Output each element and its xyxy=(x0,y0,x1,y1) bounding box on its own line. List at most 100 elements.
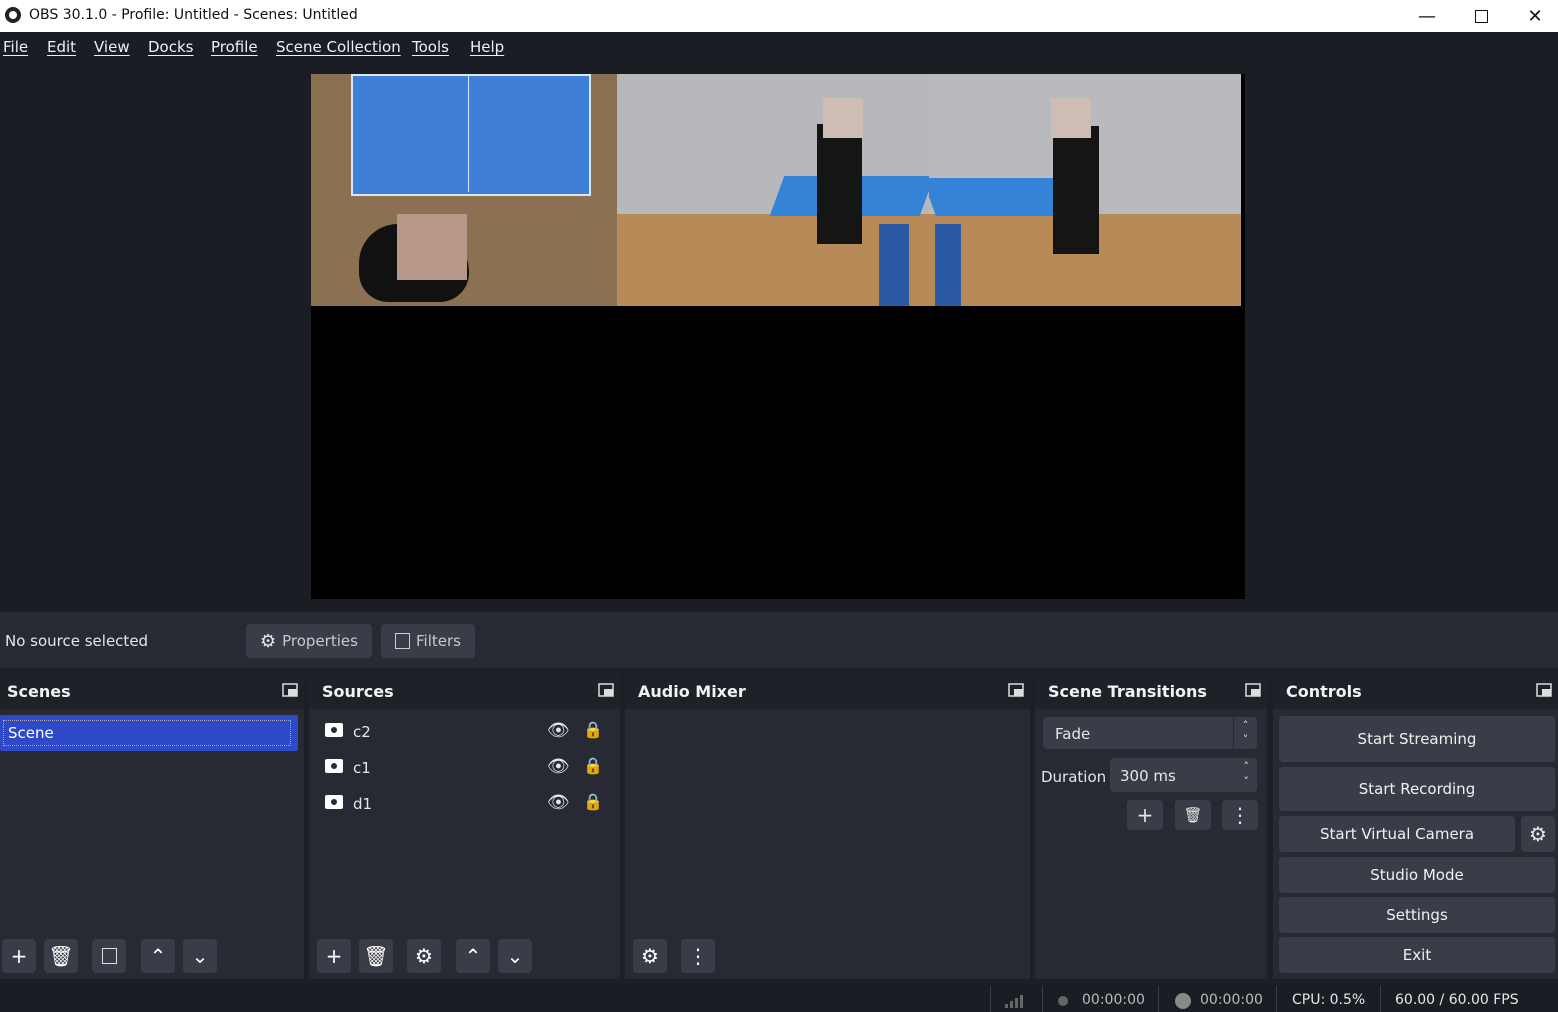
sources-title: Sources xyxy=(322,682,394,701)
more-vertical-icon: ⋮ xyxy=(688,944,708,968)
visibility-eye-icon[interactable]: 👁 xyxy=(547,756,570,777)
lock-icon[interactable]: 🔒 xyxy=(583,792,603,811)
gear-icon: ⚙ xyxy=(260,630,277,652)
scene-filters-button[interactable] xyxy=(92,939,126,973)
properties-label: Properties xyxy=(282,632,358,650)
audio-mixer-header: Audio Mixer xyxy=(625,673,1030,709)
remove-transition-button[interactable]: 🗑 xyxy=(1175,800,1211,830)
move-scene-down-button[interactable]: ⌄ xyxy=(183,939,217,973)
settings-button[interactable]: Settings xyxy=(1279,897,1555,933)
remove-scene-button[interactable]: 🗑 xyxy=(44,939,78,973)
menu-docks[interactable]: Docks xyxy=(148,38,193,56)
status-bar: 00:00:00 00:00:00 CPU: 0.5% 60.00 / 60.0… xyxy=(0,984,1558,1012)
audio-mixer-dock: Audio Mixer ⚙ ⋮ xyxy=(625,673,1030,979)
lock-icon[interactable]: 🔒 xyxy=(583,756,603,775)
sources-dock: Sources c2 👁 🔒 c1 👁 🔒 d1 👁 🔒 + 🗑 ⚙ ⌃ ⌄ xyxy=(309,673,620,979)
add-transition-button[interactable]: + xyxy=(1127,800,1163,830)
virtual-camera-settings-button[interactable]: ⚙ xyxy=(1521,816,1555,852)
video-source-d1[interactable] xyxy=(929,74,1241,306)
source-row[interactable]: c2 👁 🔒 xyxy=(323,717,613,747)
signal-strength-icon xyxy=(1005,992,1027,1012)
filters-button[interactable]: Filters xyxy=(381,624,475,658)
undock-icon[interactable] xyxy=(598,683,614,697)
scene-transitions-dock: Scene Transitions Fade ˄ ˅ Duration 300 m… xyxy=(1035,673,1267,979)
controls-dock: Controls Start Streaming Start Recording… xyxy=(1273,673,1558,979)
transition-select[interactable]: Fade ˄ ˅ xyxy=(1043,717,1257,749)
sources-dock-header: Sources xyxy=(309,673,620,709)
menu-tools[interactable]: Tools xyxy=(412,38,449,56)
properties-button[interactable]: ⚙ Properties xyxy=(246,624,372,658)
spinbox-arrows-icon[interactable]: ˄ ˅ xyxy=(1244,759,1250,789)
gear-icon: ⚙ xyxy=(1529,822,1547,846)
move-source-up-button[interactable]: ⌃ xyxy=(456,939,490,973)
camera-icon xyxy=(325,723,343,737)
move-scene-up-button[interactable]: ⌃ xyxy=(141,939,175,973)
undock-icon[interactable] xyxy=(1536,683,1552,697)
source-row[interactable]: c1 👁 🔒 xyxy=(323,753,613,783)
source-name: d1 xyxy=(353,795,373,813)
source-row[interactable]: d1 👁 🔒 xyxy=(323,789,613,819)
undock-icon[interactable] xyxy=(1245,683,1261,697)
scenes-dock: Scenes Scene + 🗑 ⌃ ⌄ xyxy=(0,673,304,979)
scenes-title: Scenes xyxy=(7,682,71,701)
minimize-button[interactable]: — xyxy=(1400,0,1454,32)
cpu-usage: CPU: 0.5% xyxy=(1292,992,1366,1008)
duration-spinbox[interactable]: 300 ms ˄ ˅ xyxy=(1110,758,1257,792)
trash-icon: 🗑 xyxy=(48,944,74,968)
controls-header: Controls xyxy=(1273,673,1558,709)
chevron-up-icon: ⌃ xyxy=(464,944,482,968)
add-scene-button[interactable]: + xyxy=(2,939,36,973)
advanced-audio-button[interactable]: ⚙ xyxy=(633,939,667,973)
plus-icon: + xyxy=(1136,803,1154,827)
audio-menu-button[interactable]: ⋮ xyxy=(681,939,715,973)
visibility-eye-icon[interactable]: 👁 xyxy=(547,720,570,741)
menu-help[interactable]: Help xyxy=(470,38,504,56)
plus-icon: + xyxy=(325,944,343,968)
camera-icon xyxy=(325,759,343,773)
menu-edit[interactable]: Edit xyxy=(47,38,76,56)
controls-title: Controls xyxy=(1286,682,1362,701)
scene-transitions-header: Scene Transitions xyxy=(1035,673,1267,709)
menu-profile[interactable]: Profile xyxy=(211,38,258,56)
record-status-icon xyxy=(1175,993,1191,1009)
menu-view[interactable]: View xyxy=(94,38,130,56)
move-source-down-button[interactable]: ⌄ xyxy=(498,939,532,973)
fps-readout: 60.00 / 60.00 FPS xyxy=(1395,992,1519,1008)
chevron-up-icon: ⌃ xyxy=(149,944,167,968)
trash-icon: 🗑 xyxy=(1183,806,1203,824)
exit-button[interactable]: Exit xyxy=(1279,937,1555,973)
video-source-c2[interactable] xyxy=(311,74,617,306)
visibility-eye-icon[interactable]: 👁 xyxy=(547,792,570,813)
duration-value: 300 ms xyxy=(1120,767,1176,785)
start-streaming-button[interactable]: Start Streaming xyxy=(1279,716,1555,762)
title-bar: OBS 30.1.0 - Profile: Untitled - Scenes:… xyxy=(0,0,1558,32)
scene-item-label: Scene xyxy=(8,724,54,742)
window-title: OBS 30.1.0 - Profile: Untitled - Scenes:… xyxy=(29,7,358,23)
add-source-button[interactable]: + xyxy=(317,939,351,973)
menu-file[interactable]: File xyxy=(3,38,28,56)
studio-mode-button[interactable]: Studio Mode xyxy=(1279,857,1555,893)
close-button[interactable]: ✕ xyxy=(1508,0,1558,32)
scene-item[interactable]: Scene xyxy=(0,715,298,751)
lock-icon[interactable]: 🔒 xyxy=(583,720,603,739)
remove-source-button[interactable]: 🗑 xyxy=(359,939,393,973)
gear-icon: ⚙ xyxy=(415,944,433,968)
transition-properties-button[interactable]: ⋮ xyxy=(1222,800,1258,830)
source-name: c1 xyxy=(353,759,371,777)
undock-icon[interactable] xyxy=(1008,683,1024,697)
start-recording-button[interactable]: Start Recording xyxy=(1279,767,1555,811)
undock-icon[interactable] xyxy=(282,683,298,697)
plus-icon: + xyxy=(10,944,28,968)
filter-icon xyxy=(395,633,410,649)
filter-icon xyxy=(101,948,117,964)
menu-scene-collection[interactable]: Scene Collection xyxy=(276,38,401,56)
start-virtual-camera-button[interactable]: Start Virtual Camera xyxy=(1279,816,1515,852)
video-source-c1[interactable] xyxy=(617,74,929,306)
preview-canvas[interactable] xyxy=(311,74,1245,599)
maximize-button[interactable] xyxy=(1454,0,1508,32)
duration-label: Duration xyxy=(1041,768,1107,786)
source-name: c2 xyxy=(353,723,371,741)
obs-logo-icon xyxy=(5,7,21,23)
source-properties-button[interactable]: ⚙ xyxy=(407,939,441,973)
chevron-down-icon: ⌄ xyxy=(191,944,209,968)
